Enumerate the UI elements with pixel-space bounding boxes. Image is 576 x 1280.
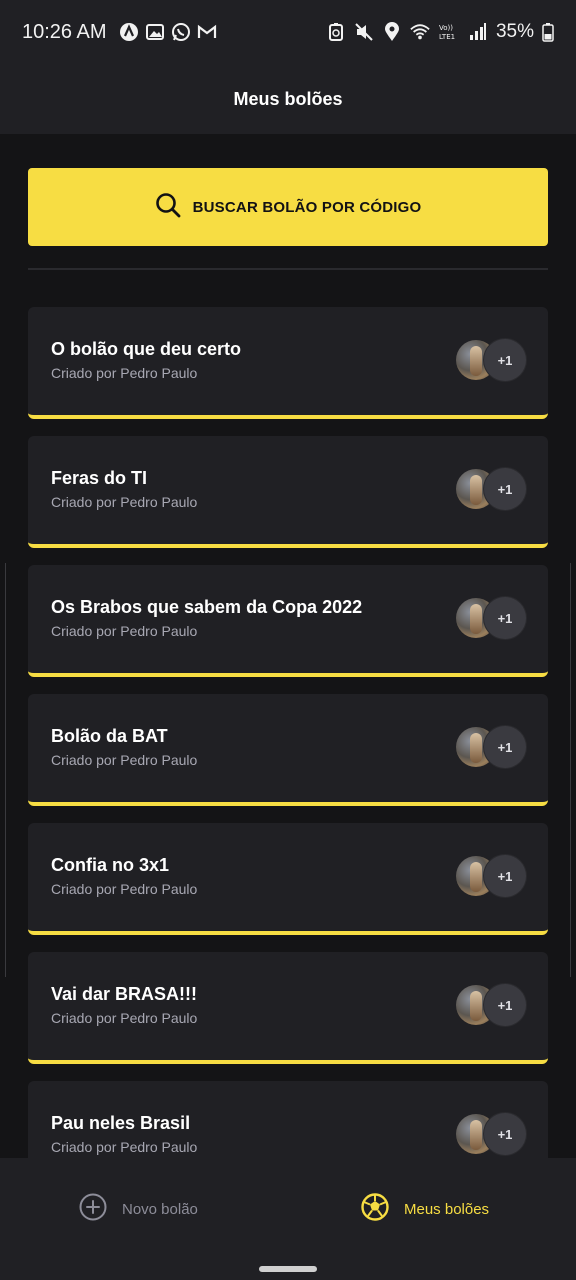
mute-icon (354, 22, 374, 42)
main-content[interactable]: BUSCAR BOLÃO POR CÓDIGO O bolão que deu … (0, 134, 576, 1158)
status-right: Vo)) LTE1 35% (326, 21, 554, 43)
pool-card[interactable]: Bolão da BAT Criado por Pedro Paulo +1 (28, 694, 548, 806)
pool-creator: Criado por Pedro Paulo (51, 752, 198, 768)
status-time: 10:26 AM (22, 20, 107, 43)
pool-card[interactable]: Feras do TI Criado por Pedro Paulo +1 (28, 436, 548, 548)
page-title: Meus bolões (233, 88, 343, 109)
members-group: +1 (456, 597, 526, 639)
network-label: LTE1 (439, 33, 455, 41)
volte-icon: Vo)) LTE1 (438, 22, 460, 42)
pool-creator: Criado por Pedro Paulo (51, 1139, 198, 1155)
pool-card[interactable]: O bolão que deu certo Criado por Pedro P… (28, 307, 548, 419)
pool-title: Feras do TI (51, 468, 148, 488)
battery-icon (542, 22, 554, 42)
whatsapp-icon (171, 22, 191, 42)
members-group: +1 (456, 468, 526, 510)
gallery-icon (145, 22, 165, 42)
extra-members-badge: +1 (484, 1113, 526, 1155)
nav-my-pools[interactable]: Meus bolões (360, 1192, 489, 1227)
battery-percent: 35% (495, 21, 534, 42)
signal-icon (468, 22, 488, 42)
pool-list[interactable]: O bolão que deu certo Criado por Pedro P… (28, 292, 548, 1158)
pool-creator: Criado por Pedro Paulo (51, 365, 198, 381)
pool-title: Confia no 3x1 (51, 855, 170, 875)
battery-saver-icon (326, 22, 346, 42)
nav-my-pools-label: Meus bolões (404, 1201, 490, 1218)
extra-members-badge: +1 (484, 855, 526, 897)
wifi-icon (410, 22, 430, 42)
nav-new-pool-label: Novo bolão (122, 1201, 198, 1218)
search-icon (155, 192, 181, 223)
nav-new-pool[interactable]: Novo bolão (78, 1192, 198, 1227)
pool-title: Pau neles Brasil (51, 1113, 191, 1133)
search-button-label: BUSCAR BOLÃO POR CÓDIGO (192, 198, 422, 216)
members-group: +1 (456, 855, 526, 897)
pool-title: Bolão da BAT (51, 726, 168, 746)
edge-indicator-right (570, 563, 576, 977)
pool-creator: Criado por Pedro Paulo (51, 1010, 198, 1026)
bottom-nav: Novo bolão Meus bolões (0, 1158, 576, 1280)
gmail-icon (197, 22, 217, 42)
extra-members-badge: +1 (484, 984, 526, 1026)
divider (28, 268, 548, 270)
members-group: +1 (456, 984, 526, 1026)
pool-creator: Criado por Pedro Paulo (51, 623, 198, 639)
pool-title: Os Brabos que sabem da Copa 2022 (51, 597, 363, 617)
pool-creator: Criado por Pedro Paulo (51, 494, 198, 510)
svg-text:Vo)): Vo)) (439, 24, 453, 32)
members-group: +1 (456, 1113, 526, 1155)
app-notification-icon (119, 22, 139, 42)
status-bar: 10:26 AM Vo)) LTE1 35% (0, 0, 576, 64)
pool-list-inner: O bolão que deu certo Criado por Pedro P… (28, 292, 548, 1158)
extra-members-badge: +1 (484, 339, 526, 381)
pool-card[interactable]: Os Brabos que sabem da Copa 2022 Criado … (28, 565, 548, 677)
extra-members-badge: +1 (484, 726, 526, 768)
location-icon (382, 22, 402, 42)
pool-card[interactable]: Confia no 3x1 Criado por Pedro Paulo +1 (28, 823, 548, 935)
pool-card[interactable]: Vai dar BRASA!!! Criado por Pedro Paulo … (28, 952, 548, 1064)
pool-title: O bolão que deu certo (51, 339, 242, 359)
pool-card[interactable]: Pau neles Brasil Criado por Pedro Paulo … (28, 1081, 548, 1158)
edge-indicator-left (0, 563, 6, 977)
pool-creator: Criado por Pedro Paulo (51, 881, 198, 897)
home-indicator[interactable] (259, 1266, 317, 1272)
status-left: 10:26 AM (22, 21, 217, 44)
plus-circle-icon (78, 1192, 108, 1227)
app-header: Meus bolões (0, 64, 576, 134)
extra-members-badge: +1 (484, 468, 526, 510)
members-group: +1 (456, 339, 526, 381)
pool-title: Vai dar BRASA!!! (51, 984, 198, 1004)
members-group: +1 (456, 726, 526, 768)
extra-members-badge: +1 (484, 597, 526, 639)
search-pool-by-code-button[interactable]: BUSCAR BOLÃO POR CÓDIGO (28, 168, 548, 246)
soccer-ball-icon (360, 1192, 390, 1227)
